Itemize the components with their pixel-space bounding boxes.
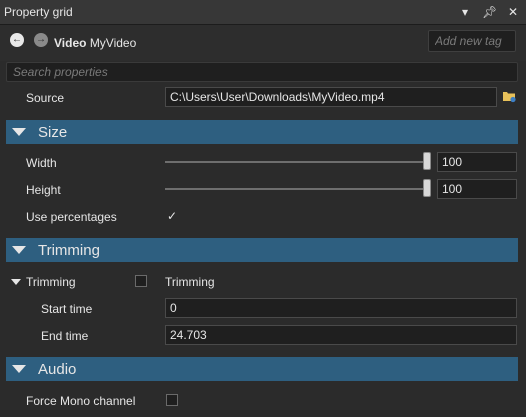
expand-arrow-icon[interactable] [11, 279, 21, 285]
collapse-arrow-icon [12, 246, 26, 254]
width-slider-thumb[interactable] [423, 152, 431, 170]
source-label: Source [26, 91, 65, 105]
titlebar-icons: ▾ 📌︎ ✕ [458, 3, 520, 21]
width-label: Width [26, 156, 57, 170]
audio-section-header[interactable]: Audio [6, 357, 518, 381]
source-field[interactable]: C:\Users\User\Downloads\MyVideo.mp4 [165, 87, 497, 107]
height-slider-track[interactable] [165, 188, 431, 190]
asset-type: Video [54, 36, 87, 50]
trimming-toggle-label: Trimming [26, 275, 76, 289]
width-value-field[interactable]: 100 [437, 152, 517, 172]
trimming-checkbox[interactable] [135, 275, 147, 287]
asset-name: MyVideo [89, 36, 137, 50]
dropdown-icon[interactable]: ▾ [458, 3, 472, 21]
force-mono-label: Force Mono channel [26, 394, 136, 408]
collapse-arrow-icon [12, 128, 26, 136]
width-slider-track[interactable] [165, 161, 431, 163]
trimming-section-header[interactable]: Trimming [6, 238, 518, 262]
height-label: Height [26, 183, 61, 197]
asset-header: ← → Video MyVideo [0, 25, 526, 61]
back-arrow-icon[interactable]: ← [10, 33, 24, 47]
trimming-checkbox-label: Trimming [165, 275, 215, 289]
add-tag-input[interactable] [428, 30, 516, 52]
start-time-field[interactable]: 0 [165, 298, 517, 318]
size-section-title: Size [38, 124, 68, 141]
close-icon[interactable]: ✕ [506, 3, 520, 21]
start-time-label: Start time [41, 302, 93, 316]
forward-arrow-icon[interactable]: → [34, 33, 48, 47]
collapse-arrow-icon [12, 365, 26, 373]
use-percentages-label: Use percentages [26, 210, 117, 224]
search-properties-input[interactable] [6, 62, 518, 82]
size-section-header[interactable]: Size [6, 120, 518, 144]
pin-icon[interactable]: 📌︎ [482, 3, 497, 21]
audio-section-title: Audio [38, 361, 77, 378]
panel-titlebar: Property grid ▾ 📌︎ ✕ [0, 0, 526, 25]
height-value-field[interactable]: 100 [437, 179, 517, 199]
end-time-label: End time [41, 329, 89, 343]
force-mono-checkbox[interactable] [166, 394, 178, 406]
asset-title: Video MyVideo [54, 36, 136, 50]
end-time-field[interactable]: 24.703 [165, 325, 517, 345]
use-percentages-checkbox[interactable]: ✓ [167, 210, 177, 222]
height-slider-thumb[interactable] [423, 179, 431, 197]
panel-title: Property grid [4, 5, 73, 19]
folder-icon[interactable] [502, 89, 516, 103]
trimming-section-title: Trimming [38, 242, 100, 259]
